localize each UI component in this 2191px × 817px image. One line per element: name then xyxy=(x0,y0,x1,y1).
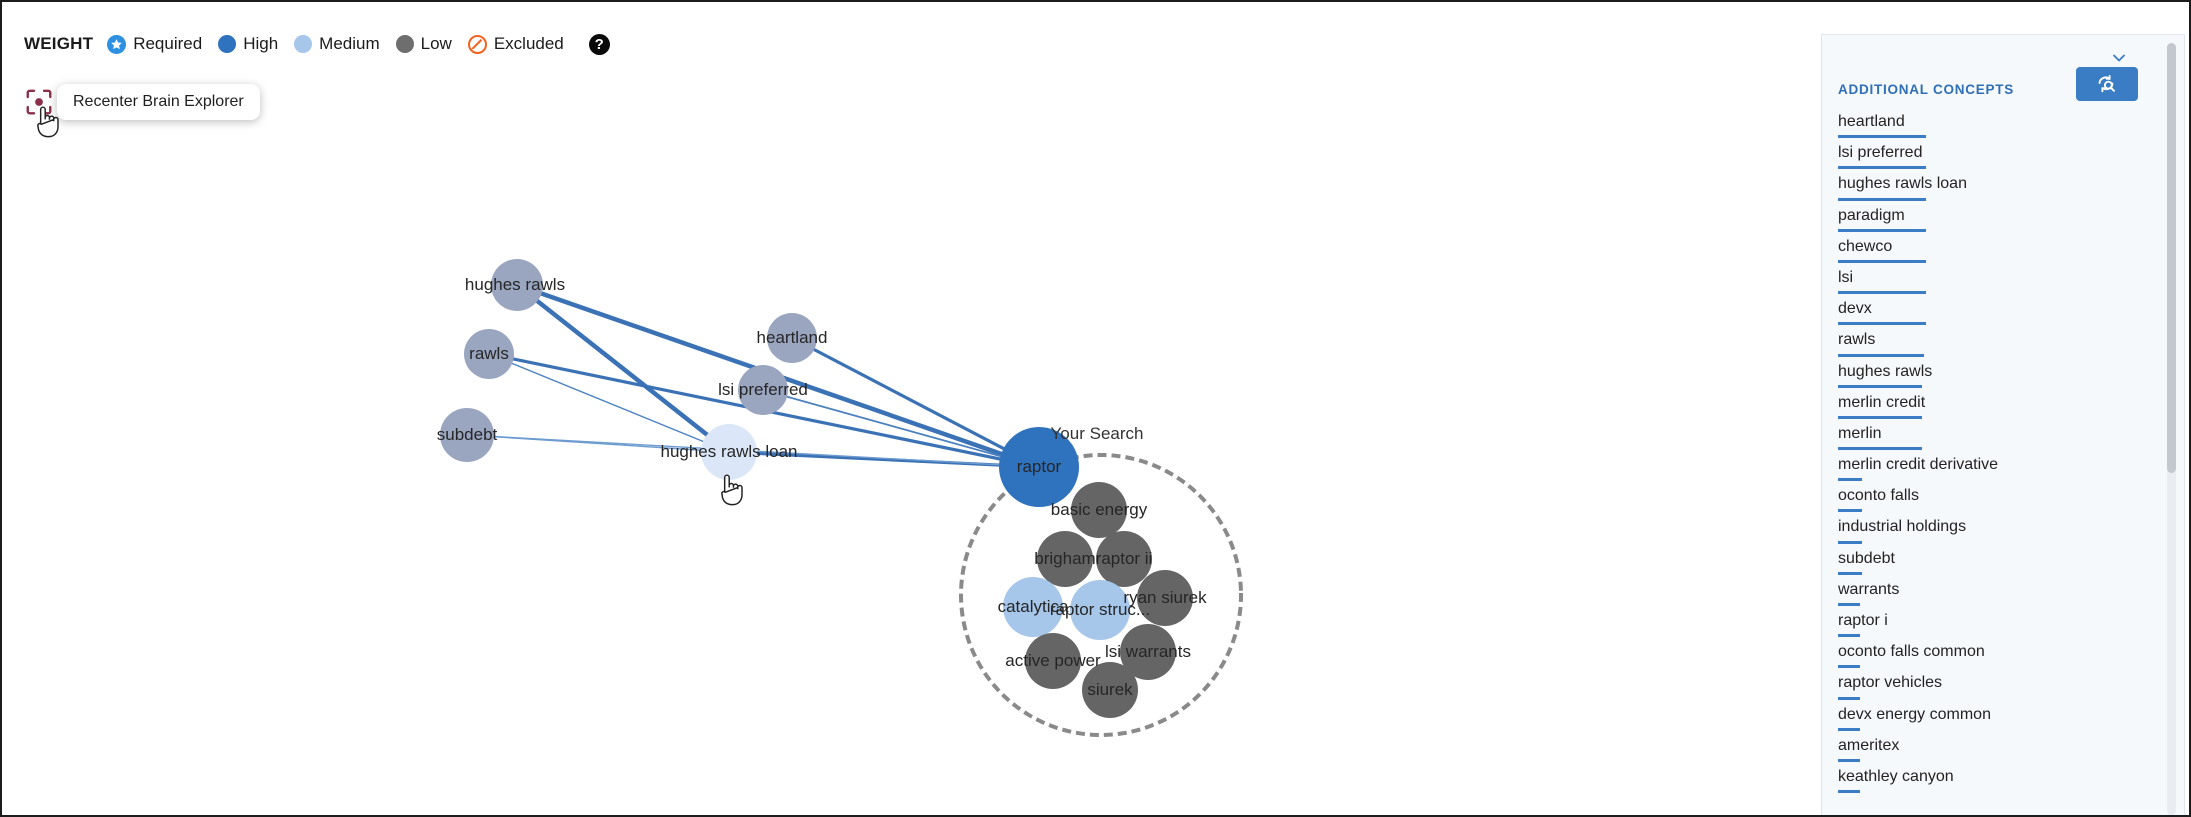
concept-label: industrial holdings xyxy=(1838,518,1967,536)
concept-list-item[interactable]: devx xyxy=(1838,298,2148,329)
concept-relevance-bar xyxy=(1838,197,1926,201)
graph-node-heartland[interactable] xyxy=(767,313,817,363)
concept-relevance-bar xyxy=(1838,135,1926,139)
brain-explorer-window: WEIGHT Required High Medium Low Excluded… xyxy=(0,0,2191,817)
concept-list-item[interactable]: devx energy common xyxy=(1838,704,2148,735)
sidebar-scrollbar-thumb[interactable] xyxy=(2167,43,2176,473)
concept-label: oconto falls xyxy=(1838,487,1919,505)
concept-label: raptor vehicles xyxy=(1838,674,1943,692)
graph-edge xyxy=(791,336,1040,469)
concept-relevance-bar xyxy=(1838,259,1926,263)
concept-label: merlin credit xyxy=(1838,393,1926,411)
concept-list-item[interactable]: rawls xyxy=(1838,329,2148,360)
concept-list-item[interactable]: subdebt xyxy=(1838,548,2148,579)
concept-label: heartland xyxy=(1838,113,1905,130)
graph-nodes[interactable] xyxy=(440,259,1193,718)
concept-label: hughes rawls loan xyxy=(1838,175,1967,193)
concept-list-item[interactable]: raptor vehicles xyxy=(1838,672,2148,703)
graph-node-ryan_siurek[interactable] xyxy=(1137,570,1193,626)
concept-list-item[interactable]: hughes rawls xyxy=(1838,361,2148,392)
concept-list-item[interactable]: merlin credit derivative xyxy=(1838,454,2148,485)
concept-relevance-bar xyxy=(1838,166,1926,170)
concept-relevance-bar xyxy=(1838,665,1860,669)
graph-node-raptor_struct[interactable] xyxy=(1070,580,1130,640)
refresh-search-icon xyxy=(2098,74,2115,93)
concept-list-item[interactable]: chewco xyxy=(1838,236,2148,267)
graph-node-lsi_preferred[interactable] xyxy=(738,365,788,415)
additional-concepts-list[interactable]: heartland lsi preferred hughes rawls loan p… xyxy=(1838,111,2148,815)
concept-label: keathley canyon xyxy=(1838,767,1954,785)
concept-label: lsi xyxy=(1838,268,1854,286)
concept-label: chewco xyxy=(1838,237,1893,255)
concept-list-item[interactable]: heartland xyxy=(1838,111,2148,142)
concept-list-item[interactable]: lsi xyxy=(1838,267,2148,298)
concept-label: subdebt xyxy=(1838,549,1895,567)
concept-label: devx energy common xyxy=(1838,705,1991,723)
concept-relevance-bar xyxy=(1838,384,1922,388)
concept-list-item[interactable]: keathley canyon xyxy=(1838,766,2148,797)
concept-list-item[interactable]: merlin xyxy=(1838,423,2148,454)
concept-list-item[interactable]: paradigm xyxy=(1838,205,2148,236)
concept-relevance-bar xyxy=(1838,540,1862,544)
concept-relevance-bar xyxy=(1838,603,1860,606)
concept-label: paradigm xyxy=(1838,206,1905,224)
concept-relevance-bar xyxy=(1838,447,1922,451)
graph-node-rawls[interactable] xyxy=(464,329,514,379)
concept-relevance-bar xyxy=(1838,322,1926,326)
concept-relevance-bar xyxy=(1838,228,1926,232)
concept-list-item[interactable]: industrial holdings xyxy=(1838,516,2148,547)
concept-relevance-bar xyxy=(1838,758,1860,762)
concept-label: lsi preferred xyxy=(1838,144,1923,162)
graph-node-basic_energy[interactable] xyxy=(1071,482,1127,538)
concept-relevance-bar xyxy=(1838,478,1862,482)
graph-node-raptor_ii[interactable] xyxy=(1096,531,1152,587)
graph-edge xyxy=(488,353,730,453)
graph-node-subdebt[interactable] xyxy=(440,408,494,462)
graph-node-brigham[interactable] xyxy=(1037,531,1093,587)
concept-label: oconto falls common xyxy=(1838,643,1985,661)
concept-relevance-bar xyxy=(1838,634,1860,638)
concept-relevance-bar xyxy=(1838,571,1862,575)
concept-list-item[interactable]: merlin credit xyxy=(1838,392,2148,423)
concept-list-item[interactable]: oconto falls common xyxy=(1838,641,2148,672)
concept-relevance-bar xyxy=(1838,291,1926,295)
graph-node-catalytica[interactable] xyxy=(1003,577,1063,637)
concept-list-item[interactable]: lsi preferred xyxy=(1838,142,2148,173)
refresh-concepts-button[interactable] xyxy=(2076,67,2138,101)
concept-relevance-bar xyxy=(1838,727,1860,731)
concept-label: merlin credit derivative xyxy=(1838,456,1999,474)
concept-label: raptor i xyxy=(1838,612,1888,629)
concept-relevance-bar xyxy=(1838,696,1860,700)
concept-relevance-bar xyxy=(1838,353,1924,357)
additional-concepts-panel: ADDITIONAL CONCEPTS heartland lsi preferr… xyxy=(1821,34,2185,815)
concept-label: devx xyxy=(1838,300,1872,318)
concept-list-item[interactable]: ameritex xyxy=(1838,735,2148,766)
concept-label: hughes rawls xyxy=(1838,362,1933,380)
concept-list-item[interactable]: warrants xyxy=(1838,579,2148,610)
concept-label: merlin xyxy=(1838,424,1882,442)
concept-list-item[interactable]: oconto falls xyxy=(1838,485,2148,516)
graph-node-siurek[interactable] xyxy=(1082,662,1138,718)
brain-explorer-graph[interactable] xyxy=(2,2,1802,817)
concept-list-item[interactable]: raptor i xyxy=(1838,610,2148,641)
graph-node-active_power[interactable] xyxy=(1025,633,1081,689)
graph-node-hughes_rawls_loan[interactable] xyxy=(701,424,757,480)
concept-relevance-bar xyxy=(1838,415,1922,419)
additional-concepts-header: ADDITIONAL CONCEPTS xyxy=(1838,82,2015,97)
concept-label: rawls xyxy=(1838,331,1876,349)
graph-node-hughes_rawls[interactable] xyxy=(491,259,543,311)
graph-node-raptor[interactable] xyxy=(999,427,1079,507)
concept-list-item[interactable]: hughes rawls loan xyxy=(1838,173,2148,204)
concept-label: ameritex xyxy=(1838,736,1900,754)
graph-edge xyxy=(515,283,731,454)
concept-relevance-bar xyxy=(1838,790,1860,794)
concept-label: warrants xyxy=(1838,580,1900,598)
concept-relevance-bar xyxy=(1838,509,1862,513)
